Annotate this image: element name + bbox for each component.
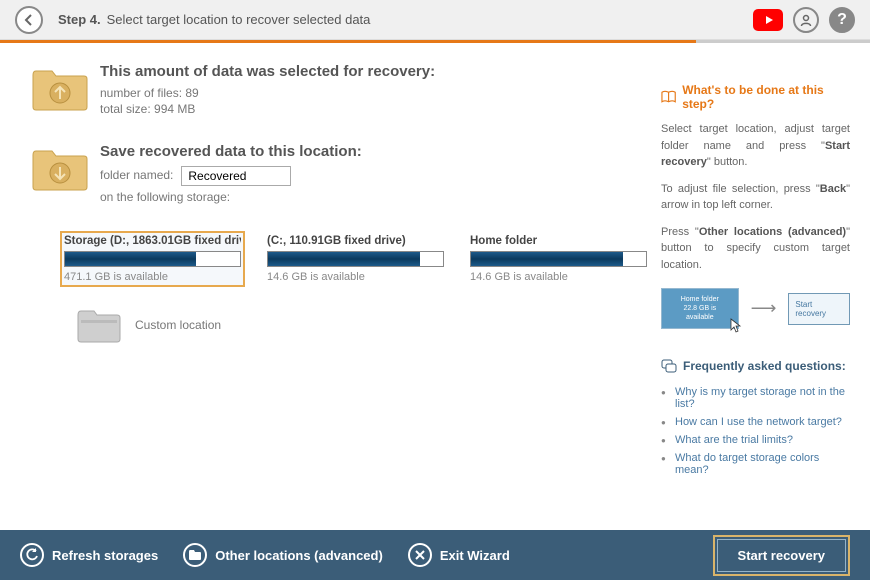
custom-location-option[interactable]: Custom location — [75, 305, 651, 345]
help-p1: Select target location, adjust target fo… — [661, 121, 850, 171]
files-count: number of files: 89 — [100, 86, 651, 100]
hint-illustration: Home folder 22.8 GB is available ⟶ Start… — [661, 288, 850, 329]
storage-available: 14.6 GB is available — [470, 271, 647, 283]
help-panel: What's to be done at this step? Select t… — [651, 63, 870, 530]
back-button[interactable] — [15, 6, 43, 34]
storage-option-home[interactable]: Home folder 14.6 GB is available — [466, 231, 651, 287]
hint-storage-card: Home folder 22.8 GB is available — [661, 288, 739, 329]
other-locations-button[interactable]: Other locations (advanced) — [183, 543, 383, 567]
youtube-icon[interactable] — [753, 9, 783, 31]
faq-item[interactable]: How can I use the network target? — [661, 413, 850, 431]
folder-named-label: folder named: — [100, 168, 173, 182]
save-section: Save recovered data to this location: fo… — [30, 143, 651, 206]
folder-up-icon — [30, 63, 100, 118]
refresh-icon — [20, 543, 44, 567]
storage-bar — [267, 251, 444, 267]
cursor-icon — [730, 318, 742, 334]
total-size: total size: 994 MB — [100, 102, 651, 116]
help-icon[interactable]: ? — [829, 7, 855, 33]
storage-name: Storage (D:, 1863.01GB fixed drive) — [64, 235, 241, 247]
storage-option-d[interactable]: Storage (D:, 1863.01GB fixed drive) 471.… — [60, 231, 245, 287]
folder-down-icon — [30, 143, 100, 206]
arrow-right-icon: ⟶ — [751, 298, 777, 319]
faq-list: Why is my target storage not in the list… — [661, 383, 850, 479]
summary-title: This amount of data was selected for rec… — [100, 63, 651, 80]
custom-location-label: Custom location — [135, 318, 221, 332]
custom-folder-icon — [75, 305, 123, 345]
book-icon — [661, 90, 676, 104]
help-heading: What's to be done at this step? — [661, 83, 850, 111]
step-title: Select target location to recover select… — [107, 12, 371, 27]
storage-name: (C:, 110.91GB fixed drive) — [267, 235, 444, 247]
folder-icon — [183, 543, 207, 567]
start-recovery-button[interactable]: Start recovery — [713, 535, 850, 576]
faq-item[interactable]: What are the trial limits? — [661, 431, 850, 449]
hint-start-button: Start recovery — [788, 293, 850, 325]
storage-name: Home folder — [470, 235, 647, 247]
faq-item[interactable]: Why is my target storage not in the list… — [661, 383, 850, 413]
refresh-storages-button[interactable]: Refresh storages — [20, 543, 158, 567]
faq-item[interactable]: What do target storage colors mean? — [661, 449, 850, 479]
storage-bar — [64, 251, 241, 267]
summary-section: This amount of data was selected for rec… — [30, 63, 651, 118]
faq-icon — [661, 359, 677, 373]
storage-available: 14.6 GB is available — [267, 271, 444, 283]
faq-heading: Frequently asked questions: — [661, 359, 850, 373]
exit-wizard-button[interactable]: Exit Wizard — [408, 543, 510, 567]
folder-name-input[interactable] — [181, 166, 291, 186]
help-p2: To adjust file selection, press "Back" a… — [661, 181, 850, 214]
storage-bar — [470, 251, 647, 267]
storage-option-c[interactable]: (C:, 110.91GB fixed drive) 14.6 GB is av… — [263, 231, 448, 287]
user-icon[interactable] — [793, 7, 819, 33]
step-label: Step 4. — [58, 12, 101, 27]
storage-available: 471.1 GB is available — [64, 271, 241, 283]
header: Step 4. Select target location to recove… — [0, 0, 870, 40]
storage-label: on the following storage: — [100, 190, 651, 204]
storage-list: Storage (D:, 1863.01GB fixed drive) 471.… — [60, 231, 651, 287]
save-title: Save recovered data to this location: — [100, 143, 651, 160]
footer: Refresh storages Other locations (advanc… — [0, 530, 870, 580]
help-p3: Press "Other locations (advanced)" butto… — [661, 224, 850, 274]
close-icon — [408, 543, 432, 567]
